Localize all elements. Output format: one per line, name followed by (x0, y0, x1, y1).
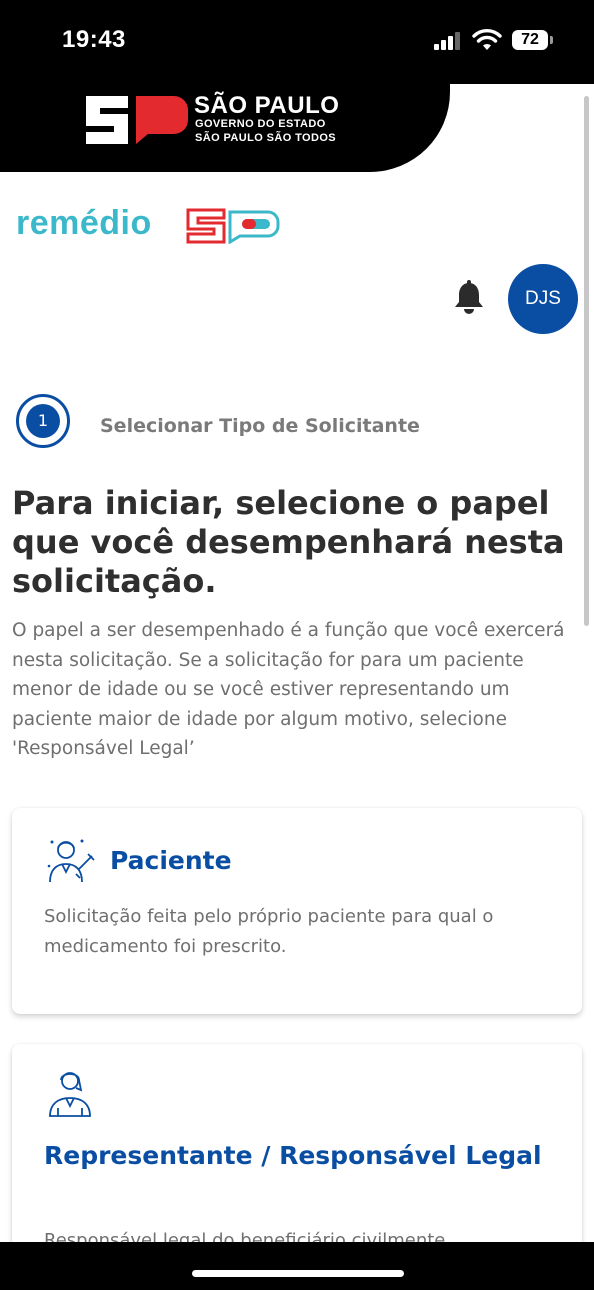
home-indicator[interactable] (192, 1270, 404, 1277)
status-time: 19:43 (62, 26, 126, 53)
home-indicator-area (0, 1242, 594, 1290)
role-card-representante[interactable]: Representante / Responsável Legal Respon… (12, 1044, 582, 1274)
gov-slogan: SÃO PAULO SÃO TODOS (195, 132, 337, 144)
page-description: O papel a ser desempenhado é a função qu… (12, 620, 565, 759)
cellular-signal-icon (434, 32, 464, 50)
card-title: Paciente (110, 846, 232, 875)
gov-title: SÃO PAULO (194, 92, 340, 119)
step-number: 1 (26, 404, 60, 438)
battery-level: 72 (521, 31, 539, 48)
card-description: Solicitação feita pelo próprio paciente … (44, 906, 494, 957)
remedio-sp-logo-icon (186, 208, 280, 244)
scrollbar[interactable] (584, 96, 589, 626)
wifi-icon (472, 29, 502, 50)
status-bar: 19:43 72 (0, 0, 594, 84)
patient-icon (47, 839, 95, 883)
page-heading: Para iniciar, selecione o papel que você… (12, 484, 565, 600)
representative-icon (49, 1072, 91, 1117)
gov-subtitle: GOVERNO DO ESTADO (195, 118, 326, 130)
notification-bell-icon[interactable] (452, 280, 486, 316)
card-title: Representante / Responsável Legal (44, 1141, 542, 1170)
user-avatar[interactable]: DJS (508, 264, 578, 334)
battery-icon: 72 (512, 30, 553, 50)
government-banner: SÃO PAULO GOVERNO DO ESTADO SÃO PAULO SÃ… (0, 80, 450, 172)
sp-government-logo-icon (86, 96, 188, 144)
step-indicator: 1 (16, 394, 70, 448)
brand-name: remédio (16, 204, 152, 242)
role-card-paciente[interactable]: Paciente Solicitação feita pelo próprio … (12, 808, 582, 1014)
step-label: Selecionar Tipo de Solicitante (100, 415, 420, 437)
